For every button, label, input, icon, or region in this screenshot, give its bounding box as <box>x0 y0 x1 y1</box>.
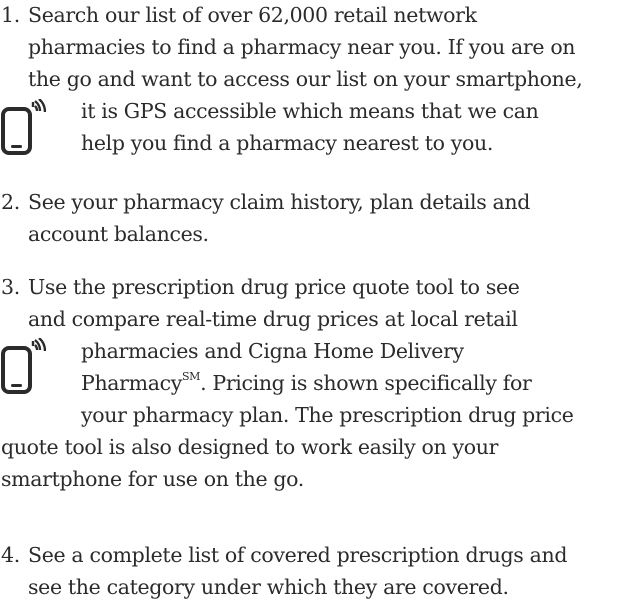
item-4-line-1: See a complete list of covered prescript… <box>28 543 568 567</box>
item-1-line-3: the go and want to access our list on yo… <box>28 67 583 91</box>
list-item-3: 3. Use the prescription drug price quote… <box>0 272 629 532</box>
item-number: 3. <box>1 275 20 299</box>
pricing-text: . Pricing is shown specifically for <box>200 371 532 395</box>
list-item-2: 2. See your pharmacy claim history, plan… <box>0 187 629 251</box>
item-2-line-2: account balances. <box>28 222 209 246</box>
item-3-line-4: PharmacySM. Pricing is shown specificall… <box>81 368 532 400</box>
item-3-line-2: and compare real-time drug prices at loc… <box>28 307 518 331</box>
pharmacy-word: Pharmacy <box>81 371 182 395</box>
item-1-line-2: pharmacies to find a pharmacy near you. … <box>28 35 576 59</box>
item-number: 2. <box>1 190 20 214</box>
item-3-line-6: quote tool is also designed to work easi… <box>1 435 499 459</box>
item-1-line-4: it is GPS accessible which means that we… <box>81 99 539 123</box>
item-4-line-2: see the category under which they are co… <box>28 575 509 599</box>
smartphone-gps-icon <box>1 99 46 155</box>
item-3-line-1: Use the prescription drug price quote to… <box>28 275 520 299</box>
item-3-line-5: your pharmacy plan. The prescription dru… <box>81 403 574 427</box>
item-2-line-1: See your pharmacy claim history, plan de… <box>28 190 531 214</box>
item-1-line-5: help you find a pharmacy nearest to you. <box>81 131 493 155</box>
service-mark: SM <box>181 370 201 384</box>
item-number: 4. <box>1 543 20 567</box>
item-3-line-7: smartphone for use on the go. <box>1 467 304 491</box>
smartphone-gps-icon <box>1 338 46 394</box>
item-number: 1. <box>1 3 20 27</box>
item-1-line-1: Search our list of over 62,000 retail ne… <box>28 3 477 27</box>
list-item-1: 1. Search our list of over 62,000 retail… <box>0 0 629 165</box>
list-item-4: 4. See a complete list of covered prescr… <box>0 540 629 604</box>
item-3-line-3: pharmacies and Cigna Home Delivery <box>81 339 464 363</box>
